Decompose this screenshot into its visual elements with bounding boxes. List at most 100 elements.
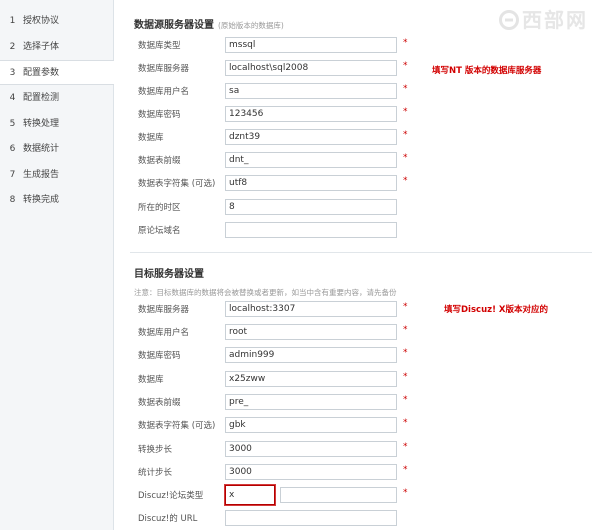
form-row: 数据表前缀 *: [120, 152, 600, 170]
target-table-prefix-input[interactable]: [225, 394, 397, 410]
annotation-source: 填写NT 版本的数据库服务器: [432, 66, 542, 76]
table-prefix-input[interactable]: [225, 152, 397, 168]
step-number: 4: [9, 93, 16, 103]
step-number: 2: [9, 42, 16, 52]
form-row: 数据表前缀 *: [120, 394, 600, 412]
step-label: 配置检测: [23, 93, 60, 103]
source-subtitle: (原始版本的数据库): [218, 21, 284, 30]
step-7[interactable]: 7 生成报告: [0, 163, 113, 188]
db-password-input[interactable]: [225, 106, 397, 122]
form-row: 数据库密码 *: [120, 106, 600, 124]
db-name-input[interactable]: [225, 129, 397, 145]
target-db-password-input[interactable]: [225, 347, 397, 363]
form-row: 数据库 *: [120, 371, 600, 389]
step-2[interactable]: 2 选择子体: [0, 35, 113, 60]
required-marker: *: [403, 176, 408, 186]
required-marker: *: [403, 465, 408, 475]
step-label: 转换完成: [23, 195, 60, 205]
required-marker: *: [403, 348, 408, 358]
field-label: 数据库用户名: [138, 87, 190, 97]
db-server-input[interactable]: [225, 60, 397, 76]
form-row: 数据表字符集 (可选) *: [120, 417, 600, 435]
field-label: 数据库密码: [138, 110, 181, 120]
required-marker: *: [403, 38, 408, 48]
step-number: 3: [9, 68, 16, 78]
form-row: 原论坛域名: [120, 222, 600, 240]
db-type-input[interactable]: [225, 37, 397, 53]
step-label: 生成报告: [23, 170, 60, 180]
required-marker: *: [403, 84, 408, 94]
field-label: 数据库密码: [138, 351, 181, 361]
step-label: 转换处理: [23, 119, 60, 129]
timezone-input[interactable]: [225, 199, 397, 215]
form-row: 数据库密码 *: [120, 347, 600, 365]
field-label: 数据表字符集 (可选): [138, 179, 216, 189]
target-db-name-input[interactable]: [225, 371, 397, 387]
field-label: Discuz!的 URL: [138, 514, 198, 524]
form-row: Discuz!的 URL: [120, 510, 600, 528]
db-username-input[interactable]: [225, 83, 397, 99]
field-label: 数据表前缀: [138, 398, 181, 408]
field-label: 统计步长: [138, 468, 173, 478]
required-marker: *: [403, 130, 408, 140]
field-label: Discuz!论坛类型: [138, 491, 204, 501]
form-row: 数据库用户名 *: [120, 324, 600, 342]
field-label: 数据库用户名: [138, 328, 190, 338]
step-6[interactable]: 6 数据统计: [0, 137, 113, 162]
field-label: 所在的时区: [138, 203, 181, 213]
step-number: 8: [9, 195, 16, 205]
step-sidebar: 1 授权协议 2 选择子体 3 配置参数 4 配置检测 5 转换处理 6 数据统计 7 生成报…: [0, 0, 114, 530]
required-marker: *: [403, 61, 408, 71]
field-label: 原论坛域名: [138, 226, 181, 236]
step-1[interactable]: 1 授权协议: [0, 9, 113, 34]
step-number: 1: [9, 16, 16, 26]
form-row: 数据库 *: [120, 129, 600, 147]
step-label: 授权协议: [23, 16, 60, 26]
field-label: 数据库服务器: [138, 305, 190, 315]
target-section-title: 目标服务器设置: [134, 269, 204, 280]
step-3-active[interactable]: 3 配置参数: [0, 60, 114, 85]
required-marker: *: [403, 372, 408, 382]
target-db-username-input[interactable]: [225, 324, 397, 340]
forum-type-input-rest[interactable]: [280, 487, 397, 503]
form-row: 数据表字符集 (可选) *: [120, 175, 600, 193]
required-marker: *: [403, 325, 408, 335]
required-marker: *: [403, 302, 408, 312]
step-number: 5: [9, 119, 16, 129]
config-form: 数据源服务器设置 (原始版本的数据库) 数据库类型 * 数据库服务器 * 数据库用…: [120, 0, 600, 530]
target-db-server-input[interactable]: [225, 301, 397, 317]
step-label: 配置参数: [23, 68, 60, 78]
required-marker: *: [403, 153, 408, 163]
stats-step-input[interactable]: [225, 464, 397, 480]
form-row: 数据库类型 *: [120, 37, 600, 55]
step-label: 选择子体: [23, 42, 60, 52]
field-label: 数据表前缀: [138, 156, 181, 166]
field-label: 数据表字符集 (可选): [138, 421, 216, 431]
form-row: 数据库用户名 *: [120, 83, 600, 101]
source-section-title: 数据源服务器设置 (原始版本的数据库): [134, 16, 284, 31]
annotation-target: 填写Discuz! X版本对应的: [444, 305, 548, 315]
source-title-text: 数据源服务器设置: [134, 20, 214, 31]
required-marker: *: [403, 442, 408, 452]
convert-step-input[interactable]: [225, 441, 397, 457]
forum-domain-input[interactable]: [225, 222, 397, 238]
required-marker: *: [403, 395, 408, 405]
discuz-url-input[interactable]: [225, 510, 397, 526]
required-marker: *: [403, 488, 408, 498]
step-8[interactable]: 8 转换完成: [0, 188, 113, 213]
step-4[interactable]: 4 配置检测: [0, 86, 113, 111]
target-charset-input[interactable]: [225, 417, 397, 433]
field-label: 数据库服务器: [138, 64, 190, 74]
step-number: 6: [9, 144, 16, 154]
step-5[interactable]: 5 转换处理: [0, 112, 113, 137]
form-row: Discuz!论坛类型 *: [120, 485, 600, 505]
required-marker: *: [403, 107, 408, 117]
field-label: 数据库: [138, 375, 164, 385]
charset-input[interactable]: [225, 175, 397, 191]
target-notice: 注意：目标数据库的数据将会被替换或者更新，如当中含有重要内容，请先备份: [134, 288, 397, 297]
field-label: 数据库类型: [138, 41, 181, 51]
step-number: 7: [9, 170, 16, 180]
field-label: 数据库: [138, 133, 164, 143]
forum-type-input[interactable]: [225, 485, 275, 505]
form-row: 所在的时区: [120, 199, 600, 217]
